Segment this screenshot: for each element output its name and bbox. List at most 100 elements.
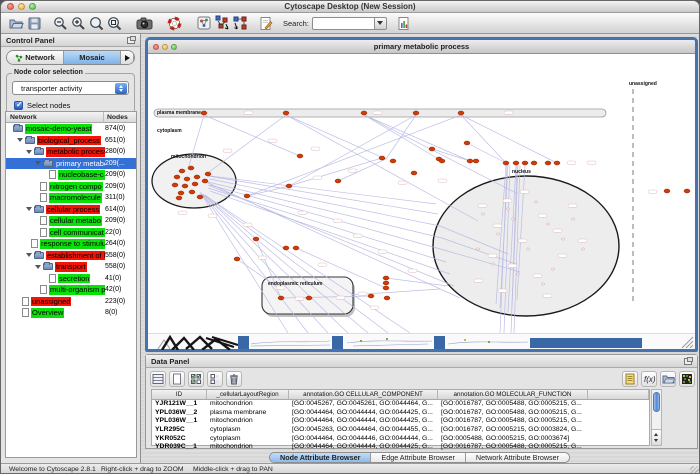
graph-node[interactable] xyxy=(234,257,240,261)
nucleus-node[interactable] xyxy=(476,248,479,250)
expand-arrow-icon[interactable] xyxy=(26,207,32,211)
table-row[interactable]: YPL036W__2plasma membrane[GO:0044464, GO… xyxy=(152,409,649,418)
network-overview-icon[interactable] xyxy=(195,14,213,32)
float-panel-icon[interactable] xyxy=(127,37,135,44)
tab-mosaic[interactable]: Mosaic xyxy=(64,51,121,64)
layout-nodes-b-icon[interactable] xyxy=(231,14,249,32)
graph-node[interactable] xyxy=(439,159,445,163)
function-builder-icon[interactable]: f(x) xyxy=(641,371,657,387)
nucleus-node[interactable] xyxy=(546,223,549,225)
graph-node[interactable] xyxy=(554,161,560,165)
expand-arrow-icon[interactable] xyxy=(35,161,41,165)
search-dropdown-icon[interactable] xyxy=(374,17,387,30)
tab-network[interactable]: Network xyxy=(7,51,64,64)
import-attributes-icon[interactable] xyxy=(660,371,676,387)
graph-node[interactable] xyxy=(458,111,464,115)
tree-row-establishment-of-lo[interactable]: establishment of lo558(0) xyxy=(6,250,136,262)
tree-row-unassigned[interactable]: unassigned223(0) xyxy=(6,296,136,308)
graph-node[interactable] xyxy=(545,161,551,165)
scrollbar-thumb[interactable] xyxy=(653,392,660,412)
expand-arrow-icon[interactable] xyxy=(26,150,32,154)
tree-row-biological-process[interactable]: biological_process651(0) xyxy=(6,135,136,147)
nucleus-node[interactable] xyxy=(491,263,494,265)
graph-node[interactable] xyxy=(297,154,303,158)
window-resize-grip[interactable] xyxy=(690,466,700,474)
nucleus-node[interactable] xyxy=(581,248,584,250)
nucleus-node[interactable] xyxy=(481,213,484,215)
graph-node[interactable] xyxy=(429,147,435,151)
zoom-in-icon[interactable] xyxy=(69,14,87,32)
search-options-icon[interactable] xyxy=(395,14,413,32)
graph-node[interactable] xyxy=(197,195,203,199)
table-row[interactable]: YDR039C__1mitochondrion[GO:0044464, GO:0… xyxy=(152,443,649,452)
select-attributes-icon[interactable] xyxy=(188,371,204,387)
graph-node[interactable] xyxy=(176,196,182,200)
graph-node[interactable] xyxy=(202,179,208,183)
graph-node[interactable] xyxy=(182,184,188,188)
nucleus-node[interactable] xyxy=(496,233,499,235)
nucleus-node[interactable] xyxy=(551,268,554,270)
graph-node[interactable] xyxy=(278,296,284,300)
tree-row-cellular-metabo[interactable]: cellular metabo209(0) xyxy=(6,215,136,227)
column-header[interactable]: annotation.GO MOLECULAR_FUNCTION xyxy=(438,390,588,399)
tree-row-cell-communicat[interactable]: cell communicat22(0) xyxy=(6,227,136,239)
expand-arrow-icon[interactable] xyxy=(26,253,32,257)
graph-node[interactable] xyxy=(664,189,670,193)
help-ring-icon[interactable] xyxy=(165,14,183,32)
column-header[interactable] xyxy=(588,390,649,399)
graph-node[interactable] xyxy=(368,294,374,298)
expand-arrow-icon[interactable] xyxy=(17,138,23,142)
graph-node[interactable] xyxy=(513,161,519,165)
open-session-icon[interactable] xyxy=(7,14,25,32)
graph-node[interactable] xyxy=(684,189,690,193)
more-tabs-icon[interactable] xyxy=(121,51,134,64)
tree-row-multi-organism-pro[interactable]: multi-organism pro42(0) xyxy=(6,284,136,296)
graph-node[interactable] xyxy=(194,175,200,179)
graph-node[interactable] xyxy=(411,171,417,175)
graph-node[interactable] xyxy=(172,183,178,187)
tree-row-secretion[interactable]: secretion41(0) xyxy=(6,273,136,285)
network-canvas[interactable]: plasma membrane cytoplasm mitochondrion … xyxy=(148,54,695,333)
tree-row-cellular-process[interactable]: cellular process614(0) xyxy=(6,204,136,216)
tree-row-nucleobase-c[interactable]: nucleobase-c209(0) xyxy=(6,169,136,181)
graph-node[interactable] xyxy=(383,286,389,290)
select-nodes-checkbox[interactable] xyxy=(14,101,23,110)
tree-row-transport[interactable]: transport558(0) xyxy=(6,261,136,273)
graph-node[interactable] xyxy=(473,159,479,163)
matrix-view-icon[interactable] xyxy=(679,371,695,387)
column-header[interactable]: ID xyxy=(152,390,207,399)
expand-arrow-icon[interactable] xyxy=(35,265,41,269)
tab-node-attribute-browser[interactable]: Node Attribute Browser xyxy=(270,453,371,462)
zoom-selected-icon[interactable] xyxy=(105,14,123,32)
dropdown-stepper-icon[interactable] xyxy=(115,83,127,94)
graph-node[interactable] xyxy=(174,175,180,179)
tree-row-metabolic-process[interactable]: metabolic process280(0) xyxy=(6,146,136,158)
graph-node[interactable] xyxy=(503,161,509,165)
column-header[interactable]: annotation.GO CELLULAR_COMPONENT xyxy=(289,390,438,399)
search-input[interactable] xyxy=(312,17,374,30)
graph-node[interactable] xyxy=(205,172,211,176)
table-row[interactable]: YKR052Ccytoplasm[GO:0044464, GO:0044446,… xyxy=(152,435,649,444)
network-view-window[interactable]: primary metabolic process xyxy=(145,37,698,352)
graph-node[interactable] xyxy=(192,182,198,186)
annotation-icon[interactable] xyxy=(257,14,275,32)
tree-row-mosaic-demo-yeast[interactable]: mosaic-demo-yeast874(0) xyxy=(6,123,136,135)
graph-node[interactable] xyxy=(413,111,419,115)
graph-node[interactable] xyxy=(531,161,537,165)
table-row[interactable]: YLR295Ccytoplasm[GO:0045263, GO:0044464,… xyxy=(152,426,649,435)
tab-network-attribute-browser[interactable]: Network Attribute Browser xyxy=(466,453,569,462)
tree-row-macromolecule[interactable]: macromolecule311(0) xyxy=(6,192,136,204)
nucleus-node[interactable] xyxy=(516,273,519,275)
zoom-out-icon[interactable] xyxy=(51,14,69,32)
window-titlebar[interactable]: Cytoscape Desktop (New Session) xyxy=(1,1,699,13)
graph-node[interactable] xyxy=(184,177,190,181)
graph-node[interactable] xyxy=(361,111,367,115)
graph-node[interactable] xyxy=(383,281,389,285)
save-session-icon[interactable] xyxy=(25,14,43,32)
graph-node[interactable] xyxy=(522,161,528,165)
graph-node[interactable] xyxy=(383,276,389,280)
tab-edge-attribute-browser[interactable]: Edge Attribute Browser xyxy=(371,453,466,462)
graph-node[interactable] xyxy=(188,166,194,170)
layout-nodes-a-icon[interactable] xyxy=(213,14,231,32)
attribute-table-icon[interactable] xyxy=(150,371,166,387)
